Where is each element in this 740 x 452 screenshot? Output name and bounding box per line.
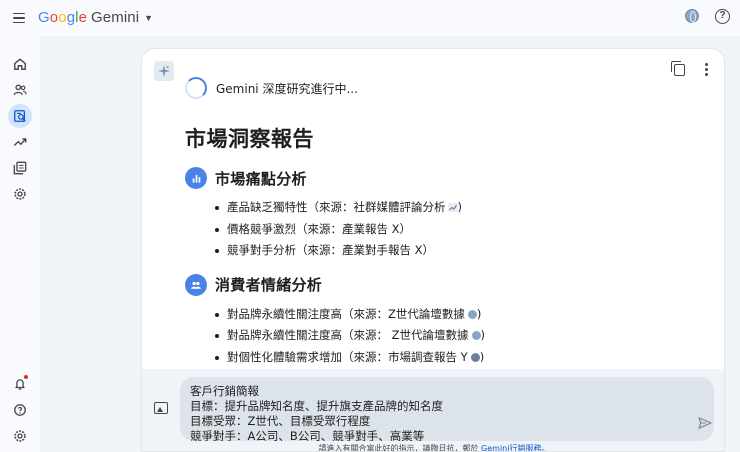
send-icon[interactable] bbox=[698, 417, 712, 429]
help-icon[interactable]: ? bbox=[715, 9, 730, 24]
brand-letter: o bbox=[58, 9, 67, 26]
section-consumer-sentiment: 消費者情緒分析 對品牌永續性關注度高（來源：Z世代論壇數據) 對品牌永續性關注度… bbox=[185, 273, 705, 369]
section-title: 市場痛點分析 bbox=[215, 169, 307, 188]
notification-dot bbox=[24, 375, 28, 379]
prompt-line: 目標：提升品牌知名度、提升旗支產品牌的知名度 bbox=[190, 399, 443, 413]
list-item: 價格競爭激烈（來源：產業報告 X） bbox=[215, 219, 705, 241]
disclaimer-end: 。 bbox=[541, 444, 550, 452]
report-content: 市場洞察報告 市場痛點分析 產品缺乏獨特性（來源：社群媒體評論分析) 價格競爭激… bbox=[185, 123, 705, 368]
loading-spinner-icon bbox=[185, 77, 207, 99]
library-icon[interactable] bbox=[8, 156, 32, 180]
list-item-text: 對品牌永續性關注度高（來源： Z世代論壇數據 bbox=[227, 328, 469, 342]
research-icon[interactable] bbox=[8, 104, 32, 128]
list-item: 對個性化體驗需求增加（來源：市場調查報告 Y) bbox=[215, 347, 705, 369]
list-item: 對品牌永續性關注度高（來源： Z世代論壇數據) bbox=[215, 325, 705, 347]
list-item-text: 對品牌永續性關注度高（來源：Z世代論壇數據 bbox=[227, 306, 465, 321]
product-name: Gemini bbox=[91, 9, 140, 26]
prompt-input[interactable]: 客戶行銷簡報 目標：提升品牌知名度、提升旗支產品牌的知名度 目標受眾：Z世代、目… bbox=[180, 377, 714, 441]
close-paren: ) bbox=[476, 306, 482, 321]
disclaimer-link[interactable]: Gemini行銷服務 bbox=[481, 444, 541, 451]
list-item-text: 產品缺乏獨特性（來源：社群媒體評論分析 bbox=[227, 200, 446, 214]
disclaimer: 請進入有關合富此好的指示，議臨日抗，鄭於 Gemini行銷服務。 bbox=[142, 443, 724, 452]
research-status: Gemini 深度研究進行中... bbox=[185, 77, 358, 99]
trend-chart-icon bbox=[447, 203, 458, 212]
source-help-icon[interactable] bbox=[470, 352, 480, 362]
list-item: 對品牌永續性關注度高（來源：Z世代論壇數據) bbox=[215, 304, 705, 326]
brand-letter: e bbox=[78, 9, 88, 26]
source-globe-icon[interactable] bbox=[467, 309, 477, 319]
brand-letter: g bbox=[66, 9, 76, 26]
add-image-icon[interactable] bbox=[154, 402, 168, 414]
prompt-line: 目標受眾：Z世代、目標受眾行程度 bbox=[190, 414, 371, 428]
close-paren: ) bbox=[480, 328, 486, 342]
settings-gear-icon[interactable] bbox=[8, 424, 32, 448]
report-title: 市場洞察報告 bbox=[185, 127, 314, 151]
prompt-line: 客戶行銷簡報 bbox=[190, 384, 259, 398]
response-card: Gemini 深度研究進行中... 市場洞察報告 市場痛點分析 產品缺乏獨特性（… bbox=[141, 48, 725, 452]
copy-icon[interactable] bbox=[671, 60, 685, 76]
trending-icon[interactable] bbox=[8, 130, 32, 154]
home-icon[interactable] bbox=[8, 52, 32, 76]
composer: 客戶行銷簡報 目標：提升品牌知名度、提升旗支產品牌的知名度 目標受眾：Z世代、目… bbox=[142, 369, 724, 452]
close-paren: ) bbox=[479, 349, 485, 364]
group-icon bbox=[185, 273, 207, 296]
list-item-text: 對個性化體驗需求增加（來源：市場調查報告 Y bbox=[227, 349, 468, 364]
caret-down-icon: ▼ bbox=[144, 13, 154, 23]
notifications-icon[interactable] bbox=[8, 372, 32, 396]
settings-icon[interactable] bbox=[8, 182, 32, 206]
status-text: Gemini 深度研究進行中... bbox=[216, 81, 358, 96]
brand-letter: o bbox=[49, 9, 59, 26]
bar-chart-icon bbox=[185, 167, 207, 189]
list-item: 競爭對手分析（來源：產業對手報告 X） bbox=[215, 240, 705, 262]
close-paren: ) bbox=[457, 200, 463, 214]
help-rail-icon[interactable] bbox=[8, 398, 32, 422]
source-globe-icon[interactable] bbox=[471, 331, 481, 340]
section-title: 消費者情緒分析 bbox=[215, 276, 323, 294]
list-item: 產品缺乏獨特性（來源：社群媒體評論分析) bbox=[215, 197, 705, 219]
disclaimer-text: 請進入有關合富此好的指示，議臨日抗，鄭於 bbox=[318, 444, 479, 452]
people-icon[interactable] bbox=[8, 78, 32, 102]
prompt-line: 競爭對手：A公司、B公司、競爭對手、高業等 bbox=[190, 429, 425, 441]
top-bar: Google Gemini ▼ ? bbox=[0, 0, 740, 36]
gemini-avatar-icon bbox=[154, 61, 174, 81]
product-switcher[interactable]: Google Gemini ▼ bbox=[38, 9, 153, 26]
more-options-icon[interactable] bbox=[703, 63, 710, 76]
main-menu-button[interactable] bbox=[9, 8, 29, 28]
main-area: Gemini 深度研究進行中... 市場洞察報告 市場痛點分析 產品缺乏獨特性（… bbox=[40, 36, 740, 452]
menu-icon-bar bbox=[13, 17, 25, 19]
brand-letter: G bbox=[38, 9, 50, 26]
globe-icon[interactable] bbox=[685, 9, 699, 23]
section-pain-points: 市場痛點分析 產品缺乏獨特性（來源：社群媒體評論分析) 價格競爭激烈（來源：產業… bbox=[185, 167, 705, 262]
menu-icon-bar bbox=[13, 12, 25, 15]
menu-icon-bar bbox=[13, 21, 25, 24]
left-rail bbox=[0, 36, 40, 452]
